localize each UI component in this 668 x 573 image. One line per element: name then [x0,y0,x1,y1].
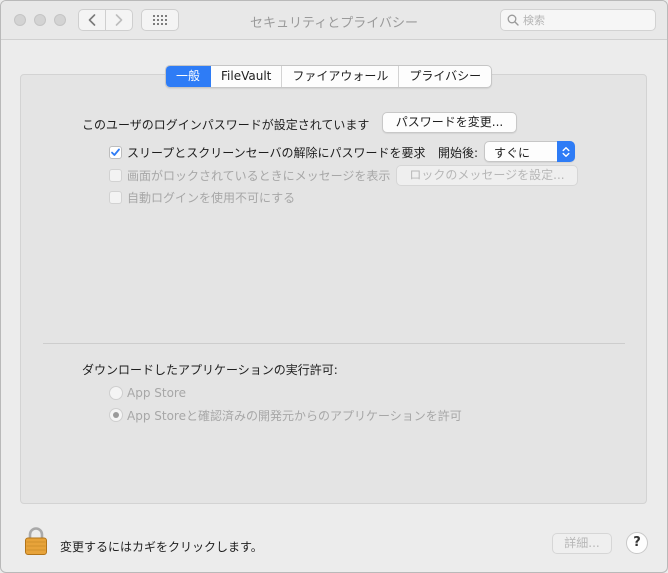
change-password-button[interactable]: パスワードを変更... [382,112,517,133]
search-field[interactable] [500,9,656,31]
radio-app-store[interactable] [109,386,123,400]
radio-app-store-and-identified-label: App Storeと確認済みの開発元からのアプリケーションを許可 [127,409,462,423]
search-input[interactable] [523,12,651,28]
lock-hint-text: 変更するにはカギをクリックします。 [60,540,263,554]
password-set-text: このユーザのログインパスワードが設定されています [82,118,370,132]
tab-content-panel [20,74,647,504]
lock-icon [25,527,47,555]
section-divider [43,343,625,344]
tab-firewall[interactable]: ファイアウォール [282,66,400,87]
require-password-label: スリープとスクリーンセーバの解除にパスワードを要求 [127,146,426,160]
require-password-delay-value: すぐに [494,146,531,160]
title-bar: セキュリティとプライバシー [1,1,667,40]
help-button[interactable]: ? [626,532,648,554]
tab-filevault[interactable]: FileVault [211,66,283,87]
tab-general[interactable]: 一般 [166,66,212,87]
set-lock-message-button[interactable]: ロックのメッセージを設定... [396,165,578,186]
disable-auto-login-label: 自動ログインを使用不可にする [127,191,296,205]
checkmark-icon [111,148,120,156]
disable-auto-login-checkbox[interactable] [109,191,122,204]
radio-app-store-label: App Store [127,386,186,400]
show-message-checkbox[interactable] [109,169,122,182]
preferences-window: セキュリティとプライバシー 一般 FileVault ファイアウォール プライバ… [0,0,668,573]
tab-privacy[interactable]: プライバシー [399,66,491,87]
after-label: 開始後: [438,146,479,160]
tab-bar: 一般 FileVault ファイアウォール プライバシー [165,65,493,88]
radio-selected-dot [113,412,119,418]
advanced-button[interactable]: 詳細... [552,533,612,554]
radio-app-store-and-identified[interactable] [109,408,123,422]
show-message-label: 画面がロックされているときにメッセージを表示 [127,169,391,183]
require-password-checkbox[interactable] [109,146,122,159]
search-icon [507,14,519,26]
require-password-delay-select[interactable]: すぐに [484,141,575,162]
select-arrows-icon [557,141,575,162]
lock-button[interactable] [24,526,48,559]
downloads-heading: ダウンロードしたアプリケーションの実行許可: [82,363,338,377]
